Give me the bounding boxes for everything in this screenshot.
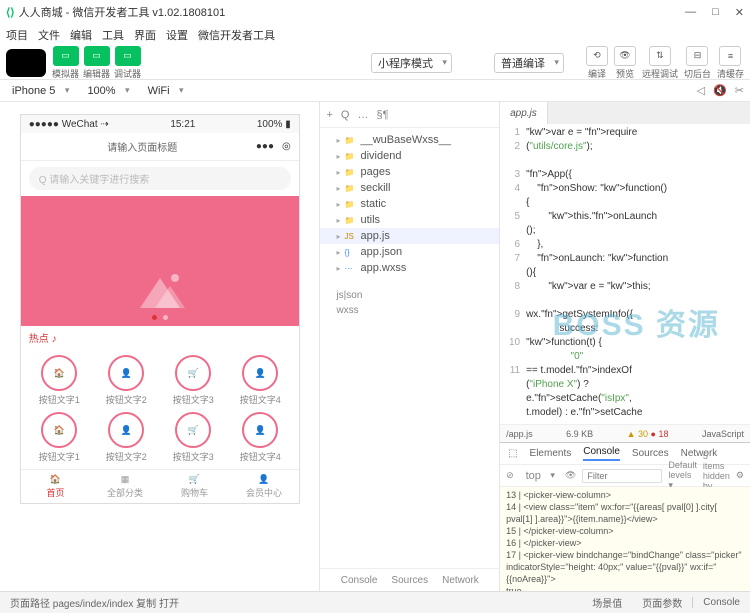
status-time: 15:21 (170, 119, 195, 130)
tb-编译[interactable]: ⟲ (586, 46, 608, 66)
grid-item[interactable]: 🛒按钮文字3 (163, 355, 224, 406)
toolbar-编辑器[interactable]: ▭ (84, 46, 110, 66)
tb-远程调试[interactable]: ⇅ (649, 46, 671, 66)
more-icon[interactable]: ●●● (256, 141, 274, 152)
grid-item[interactable]: 👤按钮文字4 (230, 355, 291, 406)
ctab-Console[interactable]: Console (583, 446, 620, 461)
midtab-Network[interactable]: Network (442, 575, 479, 586)
context-select[interactable]: top (520, 466, 559, 486)
page-path: 页面路径 pages/index/index 复制 打开 (0, 595, 189, 610)
menu-界面[interactable]: 界面 (134, 27, 156, 43)
window-title: 人人商城 - 微信开发者工具 v1.02.1808101 (19, 4, 226, 20)
subbar-icon[interactable]: 🔇 (713, 84, 727, 97)
menu-编辑[interactable]: 编辑 (70, 27, 92, 43)
menu-设置[interactable]: 设置 (166, 27, 188, 43)
filetree-tool[interactable]: … (357, 109, 368, 121)
lang-label: JavaScript (702, 429, 744, 439)
file-seckill[interactable]: ▸📁seckill (320, 180, 499, 196)
grid-item[interactable]: 👤按钮文字2 (96, 355, 157, 406)
grid-item[interactable]: 🛒按钮文字3 (163, 412, 224, 463)
eye-icon[interactable]: 👁 (565, 470, 576, 481)
grid-item[interactable]: 🏠按钮文字1 (29, 412, 90, 463)
ctab-Sources[interactable]: Sources (632, 448, 669, 459)
avatar-blob (6, 49, 46, 77)
midtab-Sources[interactable]: Sources (391, 575, 428, 586)
file-dividend[interactable]: ▸📁dividend (320, 148, 499, 164)
file-pages[interactable]: ▸📁pages (320, 164, 499, 180)
file-app.wxss[interactable]: ▸⋯app.wxss (320, 260, 499, 276)
minimize-button[interactable]: — (685, 6, 696, 19)
filetree-tool[interactable]: + (326, 109, 332, 121)
maximize-button[interactable]: □ (712, 6, 719, 19)
tabbar-首页[interactable]: 🏠首页 (21, 470, 91, 503)
console-output[interactable]: 13 | <picker-view-column>14 | <view clas… (500, 487, 750, 592)
app-icon: ⟨⟩ (6, 6, 15, 19)
file-static[interactable]: ▸📁static (320, 196, 499, 212)
params-label: 页面参数 (632, 595, 692, 610)
simulator: ●●●●● WeChat ⇢ 15:21 100% ▮ 请输入页面标题 ●●● … (20, 114, 300, 504)
file-size: 6.9 KB (566, 429, 593, 439)
tabbar-全部分类[interactable]: ▦全部分类 (90, 470, 160, 503)
code-editor[interactable]: 1"kw">var e = "fn">require2("utils/core.… (500, 124, 750, 424)
inspect-icon[interactable]: ⬚ (508, 448, 517, 459)
status-battery: 100% ▮ (257, 119, 291, 130)
tabbar-会员中心[interactable]: 👤会员中心 (229, 470, 299, 503)
device-select[interactable]: iPhone 5 (6, 81, 73, 101)
target-icon[interactable]: ◎ (282, 141, 291, 152)
tb-预览[interactable]: 👁 (614, 46, 636, 66)
compile-select[interactable]: 普通编译 (494, 53, 564, 73)
subbar-icon[interactable]: ◁ (697, 84, 705, 97)
filter-input[interactable] (582, 469, 662, 483)
midtab-Console[interactable]: Console (341, 575, 378, 586)
close-button[interactable]: ✕ (735, 6, 744, 19)
search-input[interactable]: Q 请输入关键字进行搜索 (29, 167, 291, 190)
menu-项目[interactable]: 项目 (6, 27, 28, 43)
page-title: 请输入页面标题 (29, 139, 256, 154)
err-count: ● 18 (651, 429, 669, 439)
banner[interactable] (21, 196, 299, 326)
toolbar-调试器[interactable]: ▭ (115, 46, 141, 66)
subbar-icon[interactable]: ✂ (735, 84, 744, 97)
file-app.json[interactable]: ▸{}app.json (320, 244, 499, 260)
warn-count: ▲ 30 (627, 429, 648, 439)
clear-console-icon[interactable]: ⊘ (506, 470, 514, 481)
menu-文件[interactable]: 文件 (38, 27, 60, 43)
editor-tab[interactable]: app.js (500, 102, 548, 124)
menu-微信开发者工具[interactable]: 微信开发者工具 (198, 27, 275, 43)
hot-label: 热点 ♪ (21, 326, 299, 349)
gear-icon[interactable]: ⚙ (736, 470, 744, 481)
file-app.js[interactable]: ▸JSapp.js (320, 228, 499, 244)
scene-label: 场景值 (582, 595, 632, 610)
file-path: /app.js (506, 429, 533, 439)
status-signal: ●●●●● WeChat ⇢ (29, 119, 109, 130)
mode-select[interactable]: 小程序模式 (371, 53, 452, 73)
tb-切后台[interactable]: ⊟ (686, 46, 708, 66)
toolbar-模拟器[interactable]: ▭ (53, 46, 79, 66)
tb-清缓存[interactable]: ≡ (719, 46, 741, 66)
network-select[interactable]: WiFi (142, 81, 188, 101)
tabbar-购物车[interactable]: 🛒购物车 (160, 470, 230, 503)
mountain-icon (130, 268, 190, 308)
filetree-tool[interactable]: Q (341, 109, 350, 121)
file-__wuBaseWxss__[interactable]: ▸📁__wuBaseWxss__ (320, 132, 499, 148)
grid-item[interactable]: 👤按钮文字4 (230, 412, 291, 463)
grid-item[interactable]: 🏠按钮文字1 (29, 355, 90, 406)
ctab-Elements[interactable]: Elements (530, 448, 572, 459)
grid-item[interactable]: 👤按钮文字2 (96, 412, 157, 463)
filetree-tool[interactable]: §¶ (376, 109, 388, 121)
zoom-select[interactable]: 100% (81, 81, 133, 101)
console-tab[interactable]: Console (692, 597, 750, 608)
menu-工具[interactable]: 工具 (102, 27, 124, 43)
file-utils[interactable]: ▸📁utils (320, 212, 499, 228)
